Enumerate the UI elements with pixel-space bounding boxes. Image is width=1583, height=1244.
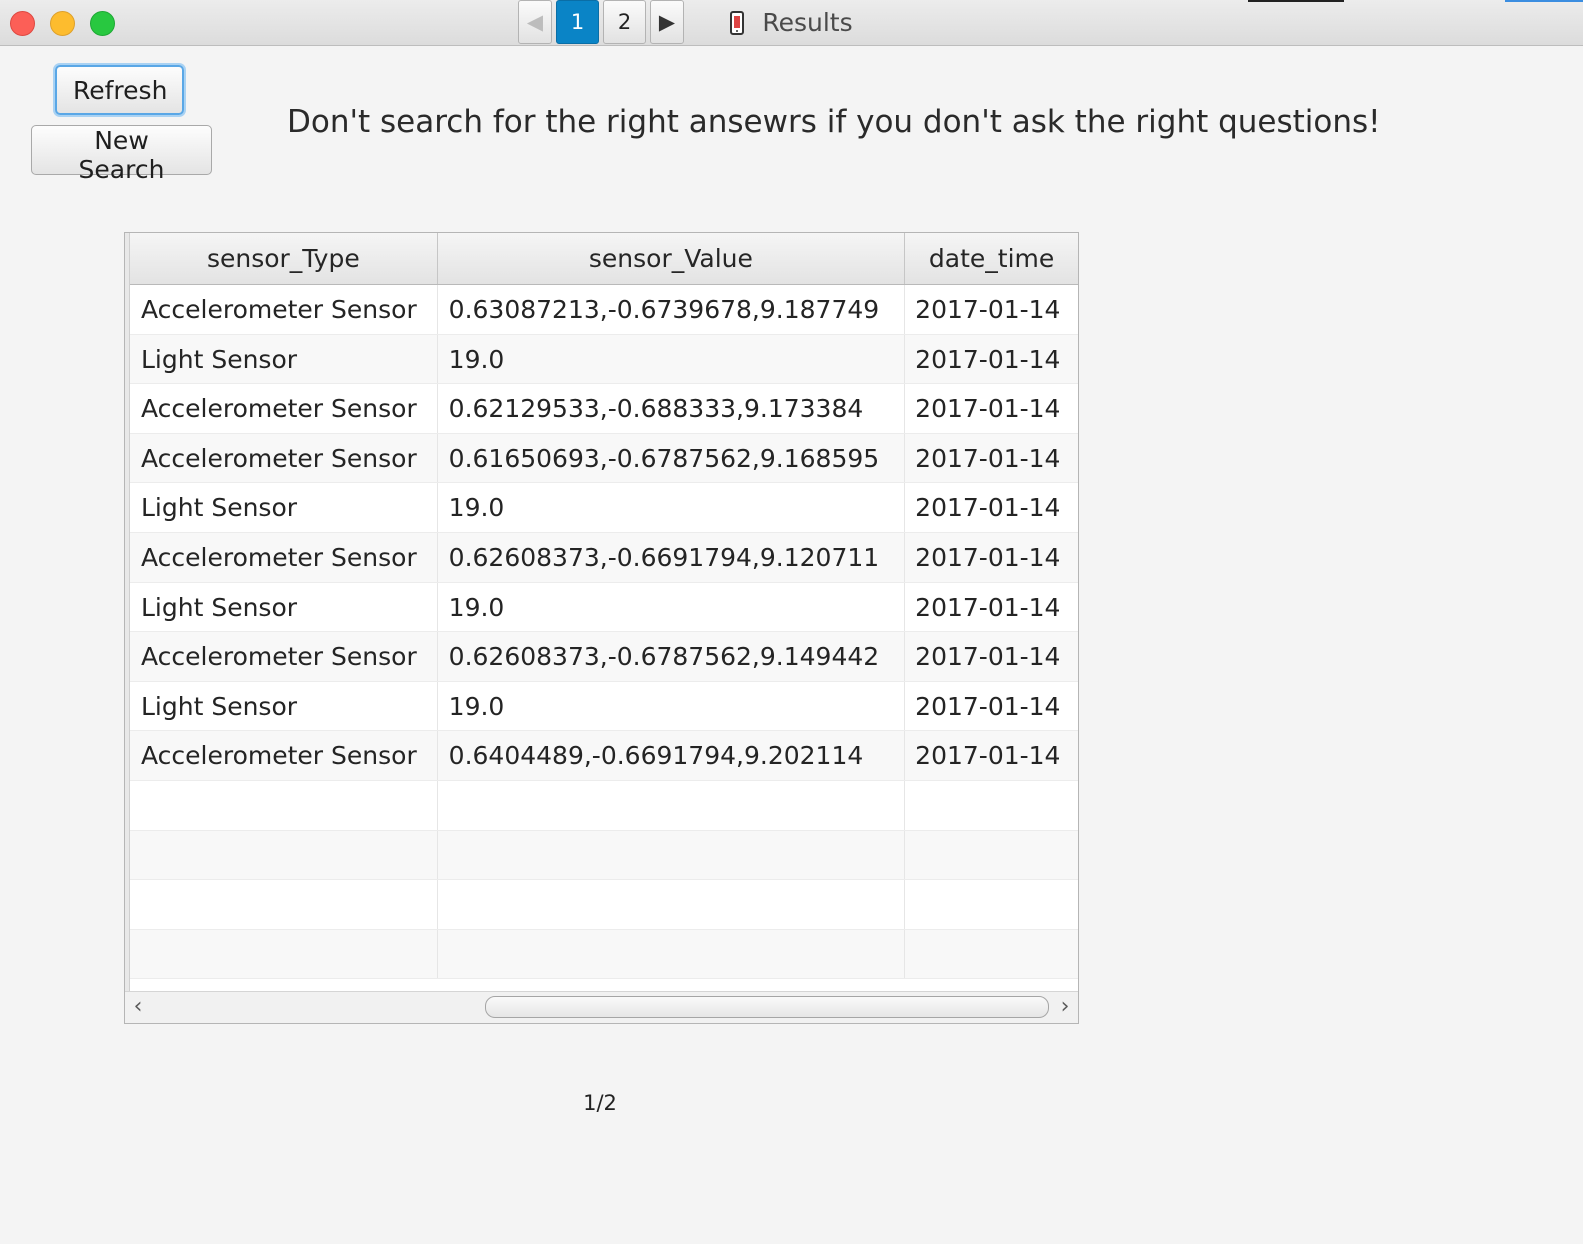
cell-sensor-type: Accelerometer Sensor — [130, 384, 438, 433]
triangle-left-icon: ◀ — [526, 10, 544, 34]
triangle-right-icon: ▶ — [658, 10, 676, 34]
table-body: Accelerometer Sensor 0.63087213,-0.673967… — [130, 285, 1078, 991]
table-row[interactable]: Light Sensor 19.0 2017-01-14 — [130, 483, 1078, 533]
cell-sensor-value: 19.0 — [438, 681, 906, 731]
cell-sensor-value: 0.61650693,-0.6787562,9.168595 — [438, 433, 906, 483]
table-row[interactable] — [130, 880, 1078, 930]
scroll-left-icon[interactable]: ‹ — [129, 996, 147, 1018]
table-row[interactable]: Accelerometer Sensor 0.63087213,-0.673967… — [130, 285, 1078, 335]
phone-icon — [730, 11, 745, 35]
cell-sensor-type: Accelerometer Sensor — [130, 285, 438, 334]
cell-date-time: 2017-01-14 — [915, 295, 1061, 324]
table-row[interactable]: Accelerometer Sensor 0.62129533,-0.688333… — [130, 384, 1078, 434]
cell-sensor-type — [130, 929, 438, 979]
cell-date-time: 2017-01-14 — [915, 691, 1061, 721]
cell-sensor-type: Light Sensor — [130, 681, 438, 731]
cell-sensor-type: Accelerometer Sensor — [130, 632, 438, 681]
window-title-area: Results — [0, 8, 1583, 38]
cell-sensor-value: 19.0 — [438, 483, 906, 532]
cell-sensor-value — [438, 929, 906, 979]
window-title: Results — [762, 8, 853, 37]
cell-date-time — [905, 930, 1078, 979]
cell-sensor-type: Light Sensor — [130, 483, 438, 532]
table-row[interactable]: Accelerometer Sensor 0.61650693,-0.678756… — [130, 433, 1078, 484]
results-table[interactable]: sensor_Type sensor_Value date_time Accel… — [124, 232, 1079, 1024]
table-row[interactable]: Accelerometer Sensor 0.62608373,-0.678756… — [130, 632, 1078, 682]
new-search-button[interactable]: New Search — [31, 125, 212, 184]
table-row[interactable] — [130, 830, 1078, 881]
cell-date-time: 2017-01-14 — [915, 642, 1061, 672]
table-row[interactable] — [130, 780, 1078, 831]
cell-sensor-type — [130, 830, 438, 880]
window-edge-accent — [1505, 0, 1583, 2]
cell-sensor-type: Light Sensor — [130, 582, 438, 632]
page-button-1[interactable]: 1 — [556, 0, 599, 44]
cell-sensor-type — [130, 780, 438, 830]
page-button-2[interactable]: 2 — [603, 0, 646, 44]
cell-date-time: 2017-01-14 — [915, 493, 1061, 523]
table-row[interactable]: Accelerometer Sensor 0.6404489,-0.6691794… — [130, 731, 1078, 781]
table-row[interactable]: Light Sensor 19.0 2017-01-14 — [130, 582, 1078, 633]
cell-date-time: 2017-01-14 — [915, 741, 1061, 771]
cell-sensor-type: Light Sensor — [130, 334, 438, 384]
cell-date-time: 2017-01-14 — [915, 592, 1061, 622]
page-status: 1/2 — [583, 1091, 617, 1115]
cell-date-time — [905, 781, 1078, 830]
cell-date-time — [905, 831, 1078, 880]
next-page-button[interactable]: ▶ — [650, 0, 684, 44]
scroll-right-icon[interactable]: › — [1056, 996, 1074, 1018]
cell-sensor-type: Accelerometer Sensor — [130, 433, 438, 483]
column-header-sensor-type[interactable]: sensor_Type — [130, 233, 438, 284]
column-header-date-time[interactable]: date_time — [905, 233, 1078, 284]
cell-sensor-value — [438, 880, 906, 929]
table-header: sensor_Type sensor_Value date_time — [130, 233, 1078, 285]
cell-sensor-type — [130, 880, 438, 929]
cell-sensor-value: 0.63087213,-0.6739678,9.187749 — [438, 285, 906, 334]
cell-sensor-value — [438, 780, 906, 830]
cell-date-time: 2017-01-14 — [915, 344, 1061, 374]
cell-date-time: 2017-01-14 — [915, 542, 1061, 572]
table-row[interactable] — [130, 929, 1078, 980]
cell-sensor-value — [438, 830, 906, 880]
window-edge-accent — [1248, 0, 1344, 2]
table-row[interactable]: Accelerometer Sensor 0.62608373,-0.669179… — [130, 532, 1078, 583]
cell-date-time: 2017-01-14 — [915, 443, 1061, 473]
quote-text: Don't search for the right ansewrs if yo… — [287, 104, 1381, 140]
cell-date-time — [905, 880, 1078, 929]
cell-sensor-value: 19.0 — [438, 334, 906, 384]
refresh-button[interactable]: Refresh — [55, 65, 184, 115]
cell-sensor-type: Accelerometer Sensor — [130, 532, 438, 582]
horizontal-scrollbar[interactable]: ‹ › — [125, 991, 1078, 1023]
cell-date-time: 2017-01-14 — [915, 394, 1061, 424]
column-header-sensor-value[interactable]: sensor_Value — [438, 233, 906, 284]
cell-sensor-value: 0.62608373,-0.6691794,9.120711 — [438, 532, 906, 582]
previous-page-button[interactable]: ◀ — [518, 0, 552, 44]
cell-sensor-value: 0.62129533,-0.688333,9.173384 — [438, 384, 906, 433]
table-row[interactable]: Light Sensor 19.0 2017-01-14 — [130, 334, 1078, 385]
cell-sensor-value: 0.62608373,-0.6787562,9.149442 — [438, 632, 906, 681]
scrollbar-thumb[interactable] — [485, 996, 1049, 1018]
title-bar: Results — [0, 0, 1583, 46]
cell-sensor-type: Accelerometer Sensor — [130, 731, 438, 780]
cell-sensor-value: 0.6404489,-0.6691794,9.202114 — [438, 731, 906, 780]
cell-sensor-value: 19.0 — [438, 582, 906, 632]
table-row[interactable]: Light Sensor 19.0 2017-01-14 — [130, 681, 1078, 732]
